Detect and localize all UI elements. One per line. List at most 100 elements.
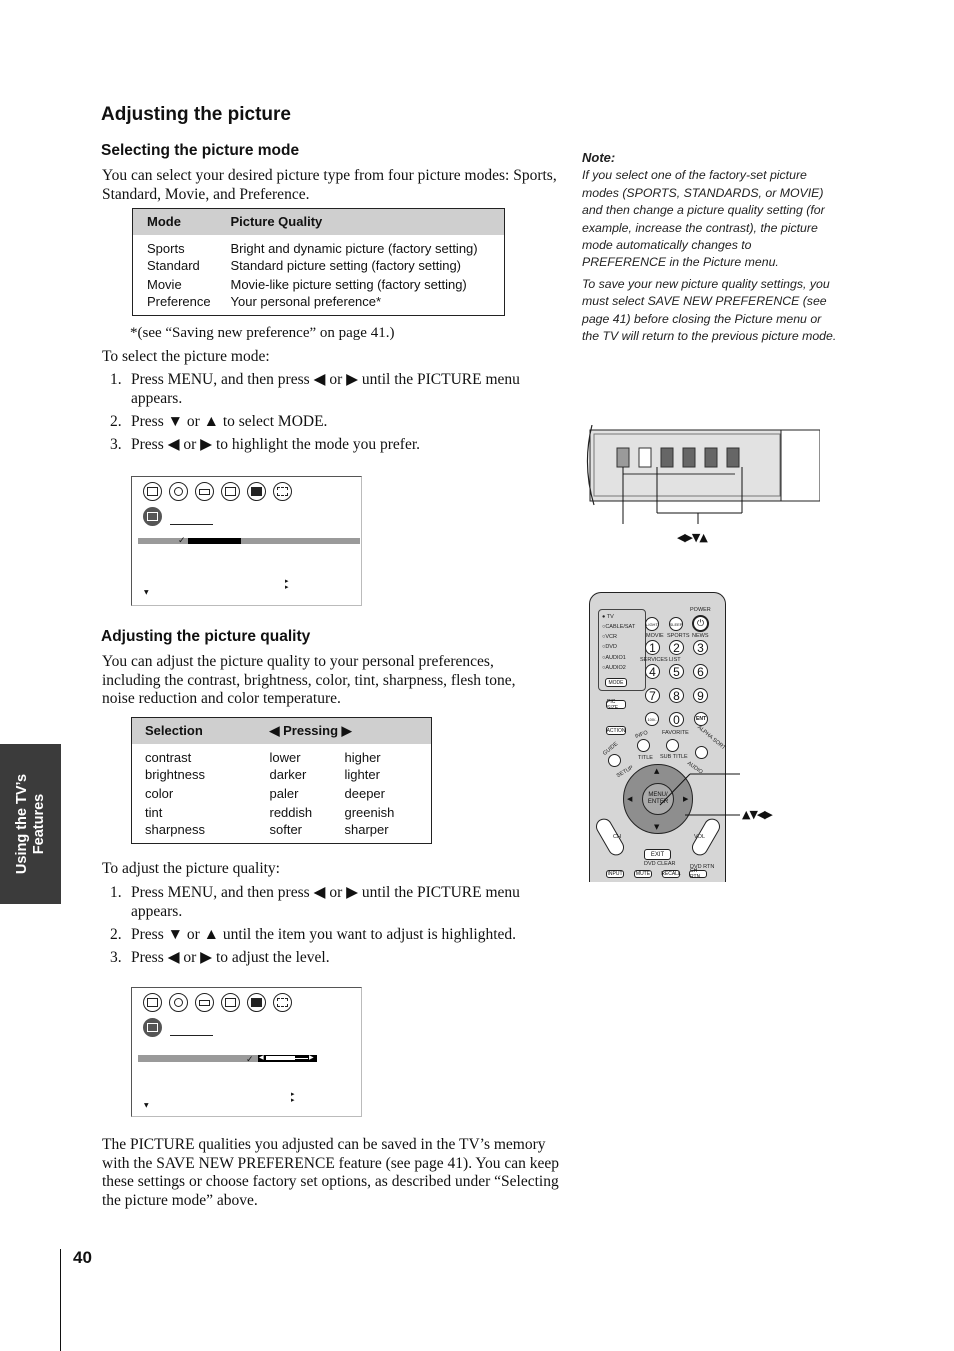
list-label: LIST [669, 657, 681, 663]
step: 3. Press ◀ or ▶ to adjust the level. [102, 949, 562, 968]
num-2-button[interactable]: 2 [669, 640, 684, 655]
table-row: color paler deeper [132, 784, 432, 803]
cell: sharper [344, 822, 389, 838]
cell: reddish [269, 805, 313, 821]
col-mode: Mode [132, 208, 217, 235]
quality-table: Selection ◀ Pressing ▶ contrast lower high… [131, 717, 432, 845]
num-1-button[interactable]: 1 [645, 640, 660, 655]
page-margin-rule [60, 1249, 61, 1351]
mode-intro: You can select your desired picture type… [102, 167, 557, 203]
step-text: Press MENU, and then press ◀ or ▶ until … [131, 884, 520, 920]
step-number: 1. [110, 371, 122, 388]
table-row: contrast lower higher [132, 744, 432, 765]
mute-button[interactable]: MUTE [634, 870, 652, 878]
favorite-subtitle-button[interactable] [666, 739, 679, 752]
audio-menu-icon [169, 993, 188, 1012]
table-row: Standard Standard picture setting (factor… [133, 256, 505, 275]
note-title: Note: [582, 150, 616, 165]
selected-picture-icon [143, 507, 162, 526]
step: 3. Press ◀ or ▶ to highlight the mode you… [102, 436, 562, 455]
ch-rtn-button[interactable]: CH RTN [689, 868, 707, 880]
quality-highlight-bar[interactable] [138, 1055, 258, 1062]
step-text: Press ◀ or ▶ to adjust the level. [131, 948, 330, 966]
mode-table-header: Mode Picture Quality [132, 208, 505, 235]
sleep-button[interactable]: SLEEP [669, 617, 683, 631]
mode-vcr[interactable]: ○VCR [602, 634, 617, 640]
mode-dvd[interactable]: ○DVD [602, 644, 617, 650]
num-6-button[interactable]: 6 [693, 664, 708, 679]
guide-setup-button[interactable] [608, 754, 621, 767]
cell: deeper [344, 785, 385, 801]
num-8-button[interactable]: 8 [669, 688, 684, 703]
locks-menu-icon [273, 993, 292, 1012]
step: 1. Press MENU, and then press ◀ or ▶ unti… [102, 371, 562, 408]
locks-menu-icon [273, 482, 292, 501]
note-paragraph: If you select one of the factory-set pic… [582, 168, 825, 270]
num-100-button[interactable]: 100/- [645, 712, 659, 726]
audio-menu-icon [169, 482, 188, 501]
col-pressing: ◀ Pressing ▶ [255, 717, 432, 744]
num-7-button[interactable]: 7 [645, 688, 660, 703]
mode-audio1[interactable]: ○AUDIO1 [602, 655, 626, 661]
mode-tv[interactable]: ● TV [602, 614, 614, 620]
ent-button[interactable]: ENT [694, 712, 708, 726]
channel-rocker[interactable] [593, 815, 627, 859]
cell: Standard [147, 257, 200, 273]
slider-left-icon: ◀ [259, 1054, 264, 1061]
vol-label: VOL [694, 834, 706, 840]
table-row: Preference Your personal preference* [133, 294, 505, 316]
num-5-button[interactable]: 5 [669, 664, 684, 679]
mode-cable[interactable]: ○CABLE/SAT [602, 624, 635, 630]
input-button[interactable]: INPUT [606, 870, 624, 878]
mode-button[interactable]: MODE [605, 678, 627, 687]
level-slider[interactable]: ◀ ▶ [258, 1054, 317, 1062]
services-label: SERVICES [640, 657, 668, 663]
news-label: NEWS [692, 633, 709, 639]
pic-size-button[interactable]: PIC SIZE [606, 699, 626, 711]
dpad-left-button[interactable]: ◀ [627, 795, 632, 803]
info-title-button[interactable] [637, 739, 650, 752]
cell: tint [145, 805, 163, 821]
mode-table: Mode Picture Quality Sports Bright and dy… [132, 208, 505, 317]
menu-title-underline [170, 524, 213, 525]
cell: brightness [145, 766, 205, 782]
num-9-button[interactable]: 9 [693, 688, 708, 703]
table-row: sharpness softer sharper [132, 822, 432, 844]
favorite-label: FAVORITE [662, 730, 689, 736]
num-3-button[interactable]: 3 [693, 640, 708, 655]
remote-callout-lines [659, 773, 740, 816]
cell: darker [269, 766, 307, 782]
cell: Your personal preference* [230, 294, 382, 310]
closing-paragraph: The PICTURE qualities you adjusted can b… [102, 1136, 560, 1209]
cell: greenish [344, 805, 395, 821]
osd-picture-quality-screen: ◀ ▶ ✓ ▸ ▸ ▼ [131, 987, 362, 1117]
cell: Preference [147, 294, 211, 310]
exit-button[interactable]: EXIT [644, 849, 671, 860]
col-picture-quality: Picture Quality [216, 208, 505, 235]
dvd-clear-label: DVD CLEAR [644, 861, 676, 867]
mode-audio2[interactable]: ○AUDIO2 [602, 665, 626, 671]
side-tab-line-1: Using the TV’s [13, 773, 30, 875]
recall-button[interactable]: RECALL [661, 870, 681, 878]
step-number: 2. [110, 412, 122, 430]
mode-highlight-bar[interactable] [138, 538, 360, 544]
submenu-arrows-icon: ▸ ▸ [291, 1090, 295, 1104]
cell: sharpness [145, 822, 205, 838]
table-row: Sports Bright and dynamic picture (factor… [133, 235, 505, 256]
alpha-sort-audio-button[interactable] [695, 746, 708, 759]
side-tab-line-2: Features [30, 793, 47, 855]
power-button[interactable]: ⏻ [692, 615, 709, 632]
movie-label: MOVIE [646, 633, 664, 639]
action-button[interactable]: ACTION [606, 726, 626, 735]
table-row: Movie Movie-like picture setting (factory… [133, 275, 505, 294]
num-0-button[interactable]: 0 [669, 712, 684, 727]
table-row: tint reddish greenish [132, 803, 432, 822]
cell: Movie-like picture setting (factory sett… [230, 276, 467, 292]
light-button[interactable]: LIGHT [645, 617, 659, 631]
num-4-button[interactable]: 4 [645, 664, 660, 679]
clapper-menu-icon [221, 993, 240, 1012]
ch-label: CH [613, 834, 621, 840]
note-paragraph: To save your new picture quality setting… [582, 276, 837, 344]
device-mode-panel: ● TV ○CABLE/SAT ○VCR ○DVD ○AUDIO1 ○AUDIO… [598, 609, 646, 691]
tv-panel-arrows-label: ◀▶▼▲ [677, 531, 708, 544]
